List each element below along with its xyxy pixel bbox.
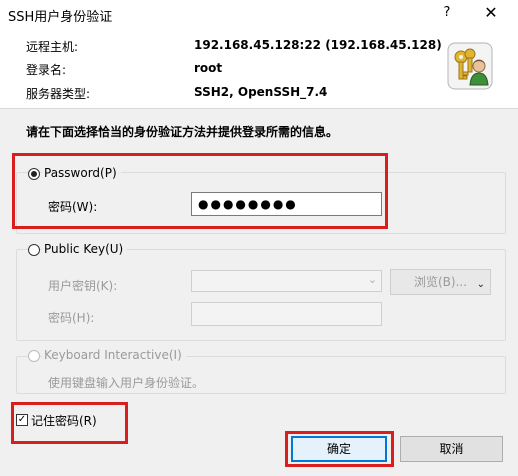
user-key-select[interactable]: ⌄ — [191, 270, 382, 292]
host-label: 远程主机: — [26, 40, 79, 54]
login-value: root — [194, 61, 223, 75]
ok-button[interactable]: 确定 — [291, 436, 387, 462]
browse-button[interactable]: 浏览(B)... ⌄ — [390, 269, 491, 295]
publickey-radio-label[interactable]: Public Key(U) — [42, 242, 128, 256]
login-label: 登录名: — [26, 63, 67, 77]
remember-checkbox[interactable]: ✓ — [16, 414, 28, 426]
passphrase-input[interactable] — [191, 302, 382, 326]
password-field-label: 密码(W): — [48, 200, 98, 214]
keyboard-description: 使用键盘输入用户身份验证。 — [48, 376, 205, 390]
publickey-group — [16, 249, 506, 341]
checkmark-icon: ✓ — [17, 414, 27, 425]
passphrase-label: 密码(H): — [48, 311, 95, 325]
cancel-button[interactable]: 取消 — [400, 436, 503, 462]
user-key-label: 用户密钥(K): — [48, 279, 118, 293]
password-radio-label[interactable]: Password(P) — [42, 166, 121, 180]
server-type-label: 服务器类型: — [26, 87, 91, 101]
close-button[interactable]: ✕ — [478, 3, 504, 27]
password-value: ●●●●●●●● — [198, 197, 298, 211]
password-input[interactable]: ●●●●●●●● — [191, 192, 382, 216]
chevron-down-icon: ⌄ — [367, 273, 377, 286]
password-radio[interactable] — [28, 168, 40, 180]
keyboard-radio-label[interactable]: Keyboard Interactive(I) — [42, 348, 186, 362]
remember-label[interactable]: 记住密码(R) — [31, 412, 97, 429]
window-title: SSH用户身份验证 — [8, 10, 113, 25]
browse-label: 浏览(B)... — [413, 275, 468, 289]
dropdown-arrow-icon: ⌄ — [476, 279, 485, 290]
keys-user-icon — [447, 42, 493, 90]
host-value: 192.168.45.128:22 (192.168.45.128) — [194, 38, 442, 52]
keyboard-radio[interactable] — [28, 350, 40, 362]
instruction-text: 请在下面选择恰当的身份验证方法并提供登录所需的信息。 — [26, 125, 339, 139]
server-type-value: SSH2, OpenSSH_7.4 — [194, 85, 328, 99]
publickey-radio[interactable] — [28, 244, 40, 256]
help-button[interactable]: ? — [436, 5, 458, 25]
